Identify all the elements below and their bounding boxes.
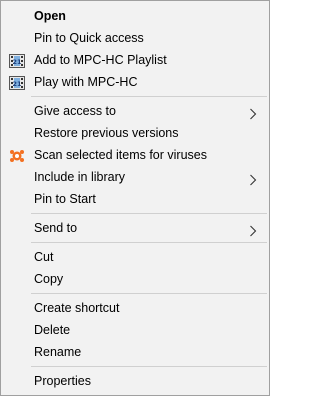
menu-item-label: Restore previous versions [34,126,179,140]
menu-item-scan-viruses[interactable]: Scan selected items for viruses [1,144,269,166]
menu-item-label: Rename [34,345,82,359]
menu-item-label: Give access to [34,104,116,118]
menu-separator [31,366,267,367]
menu-item-label: Pin to Start [34,192,96,206]
menu-item-open[interactable]: Open [1,5,269,27]
menu-item-delete[interactable]: Delete [1,319,269,341]
menu-item-cut[interactable]: Cut [1,246,269,268]
menu-separator [31,242,267,243]
menu-item-pin-quick-access[interactable]: Pin to Quick access [1,27,269,49]
svg-text:21: 21 [12,80,22,88]
menu-item-label: Scan selected items for viruses [34,148,207,162]
menu-item-pin-start[interactable]: Pin to Start [1,188,269,210]
menu-item-label: Create shortcut [34,301,120,315]
menu-item-label: Pin to Quick access [34,31,144,45]
menu-item-include-library[interactable]: Include in library [1,166,269,188]
menu-item-label: Properties [34,374,91,388]
menu-item-properties[interactable]: Properties [1,370,269,392]
menu-item-label: Open [34,9,66,23]
svg-text:21: 21 [12,58,22,66]
menu-item-label: Include in library [34,170,126,184]
menu-item-label: Copy [34,272,64,286]
avast-icon [9,148,25,162]
menu-item-copy[interactable]: Copy [1,268,269,290]
chevron-right-icon [249,222,257,237]
menu-item-create-shortcut[interactable]: Create shortcut [1,297,269,319]
menu-separator [31,293,267,294]
chevron-right-icon [249,171,257,186]
menu-item-label: Play with MPC-HC [34,75,138,89]
context-menu: Open Pin to Quick access 21 Add to MPC-H… [0,0,270,396]
menu-item-rename[interactable]: Rename [1,341,269,363]
mpc-hc-icon: 21 [9,53,25,68]
menu-item-add-mpc-playlist[interactable]: 21 Add to MPC-HC Playlist [1,49,269,71]
menu-item-restore-versions[interactable]: Restore previous versions [1,122,269,144]
menu-item-play-mpc[interactable]: 21 Play with MPC-HC [1,71,269,93]
mpc-hc-icon: 21 [9,75,25,90]
menu-item-label: Add to MPC-HC Playlist [34,53,167,67]
chevron-right-icon [249,105,257,120]
menu-separator [31,96,267,97]
menu-separator [31,213,267,214]
menu-item-label: Send to [34,221,78,235]
menu-item-label: Delete [34,323,71,337]
menu-item-give-access[interactable]: Give access to [1,100,269,122]
menu-item-send-to[interactable]: Send to [1,217,269,239]
menu-item-label: Cut [34,250,54,264]
